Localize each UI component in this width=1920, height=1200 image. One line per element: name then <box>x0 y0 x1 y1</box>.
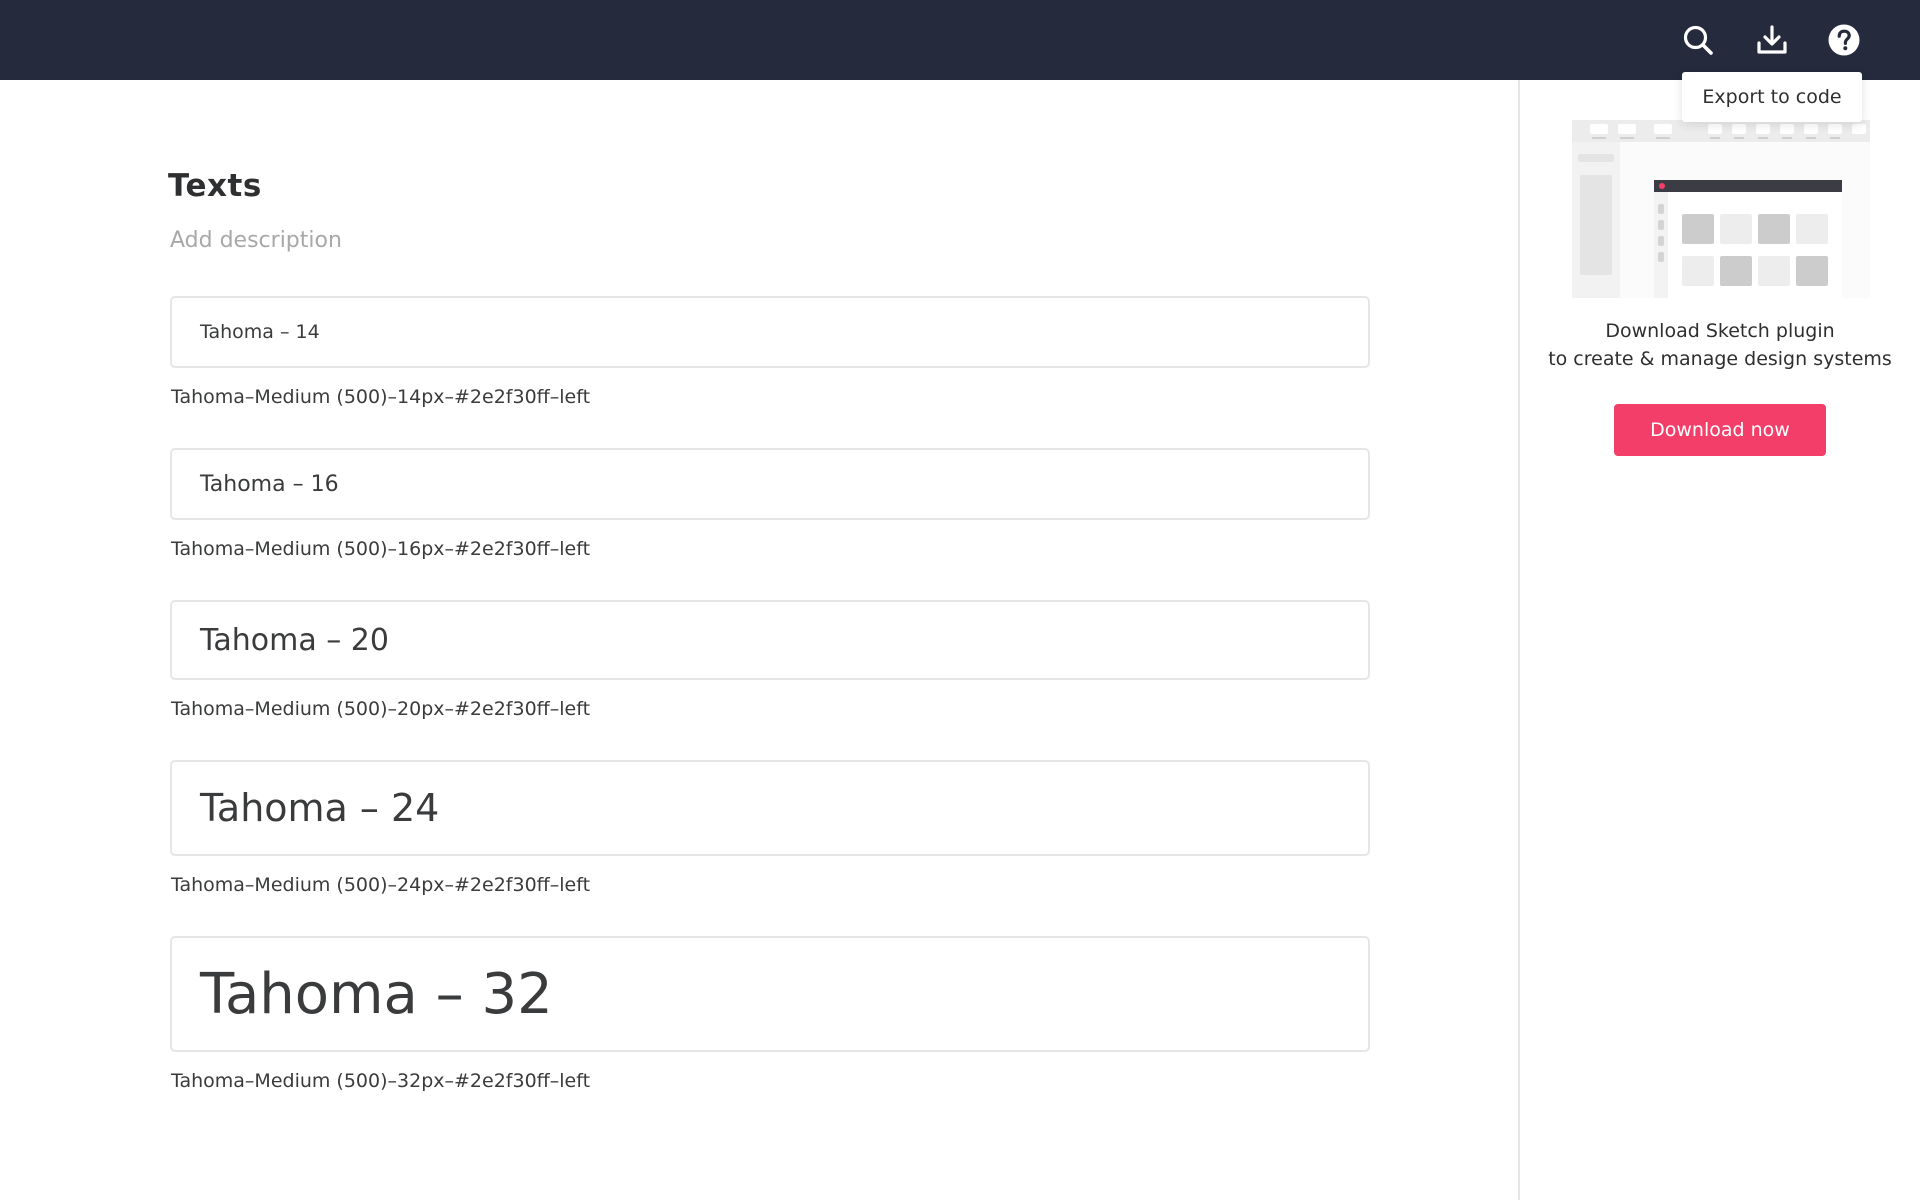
text-style-card[interactable]: Tahoma – 32 <box>170 936 1370 1052</box>
export-icon[interactable] <box>1754 22 1790 58</box>
main-content: Texts Add description Tahoma – 14 Tahoma… <box>0 80 1518 1200</box>
sidebar: Download Sketch plugin to create & manag… <box>1520 80 1920 1200</box>
text-style-meta: Tahoma–Medium (500)–32px–#2e2f30ff–left <box>171 1070 591 1092</box>
promo-text: Download Sketch plugin <box>1605 320 1835 342</box>
description-field[interactable]: Add description <box>170 228 342 253</box>
text-style-meta: Tahoma–Medium (500)–20px–#2e2f30ff–left <box>171 698 591 720</box>
export-tooltip: Export to code <box>1682 72 1862 122</box>
text-style-meta: Tahoma–Medium (500)–16px–#2e2f30ff–left <box>171 538 591 560</box>
text-style-card[interactable]: Tahoma – 16 <box>170 448 1370 520</box>
search-icon[interactable] <box>1680 22 1716 58</box>
download-now-button[interactable]: Download now <box>1614 404 1826 456</box>
top-bar <box>0 0 1920 80</box>
page-title: Texts <box>168 168 262 204</box>
help-icon[interactable] <box>1826 22 1862 58</box>
text-style-card[interactable]: Tahoma – 20 <box>170 600 1370 680</box>
text-style-card[interactable]: Tahoma – 24 <box>170 760 1370 856</box>
text-style-meta: Tahoma–Medium (500)–14px–#2e2f30ff–left <box>171 386 591 408</box>
plugin-preview-image <box>1572 120 1870 298</box>
promo-subtext: to create & manage design systems <box>1548 348 1892 370</box>
text-style-meta: Tahoma–Medium (500)–24px–#2e2f30ff–left <box>171 874 591 896</box>
text-style-card[interactable]: Tahoma – 14 <box>170 296 1370 368</box>
